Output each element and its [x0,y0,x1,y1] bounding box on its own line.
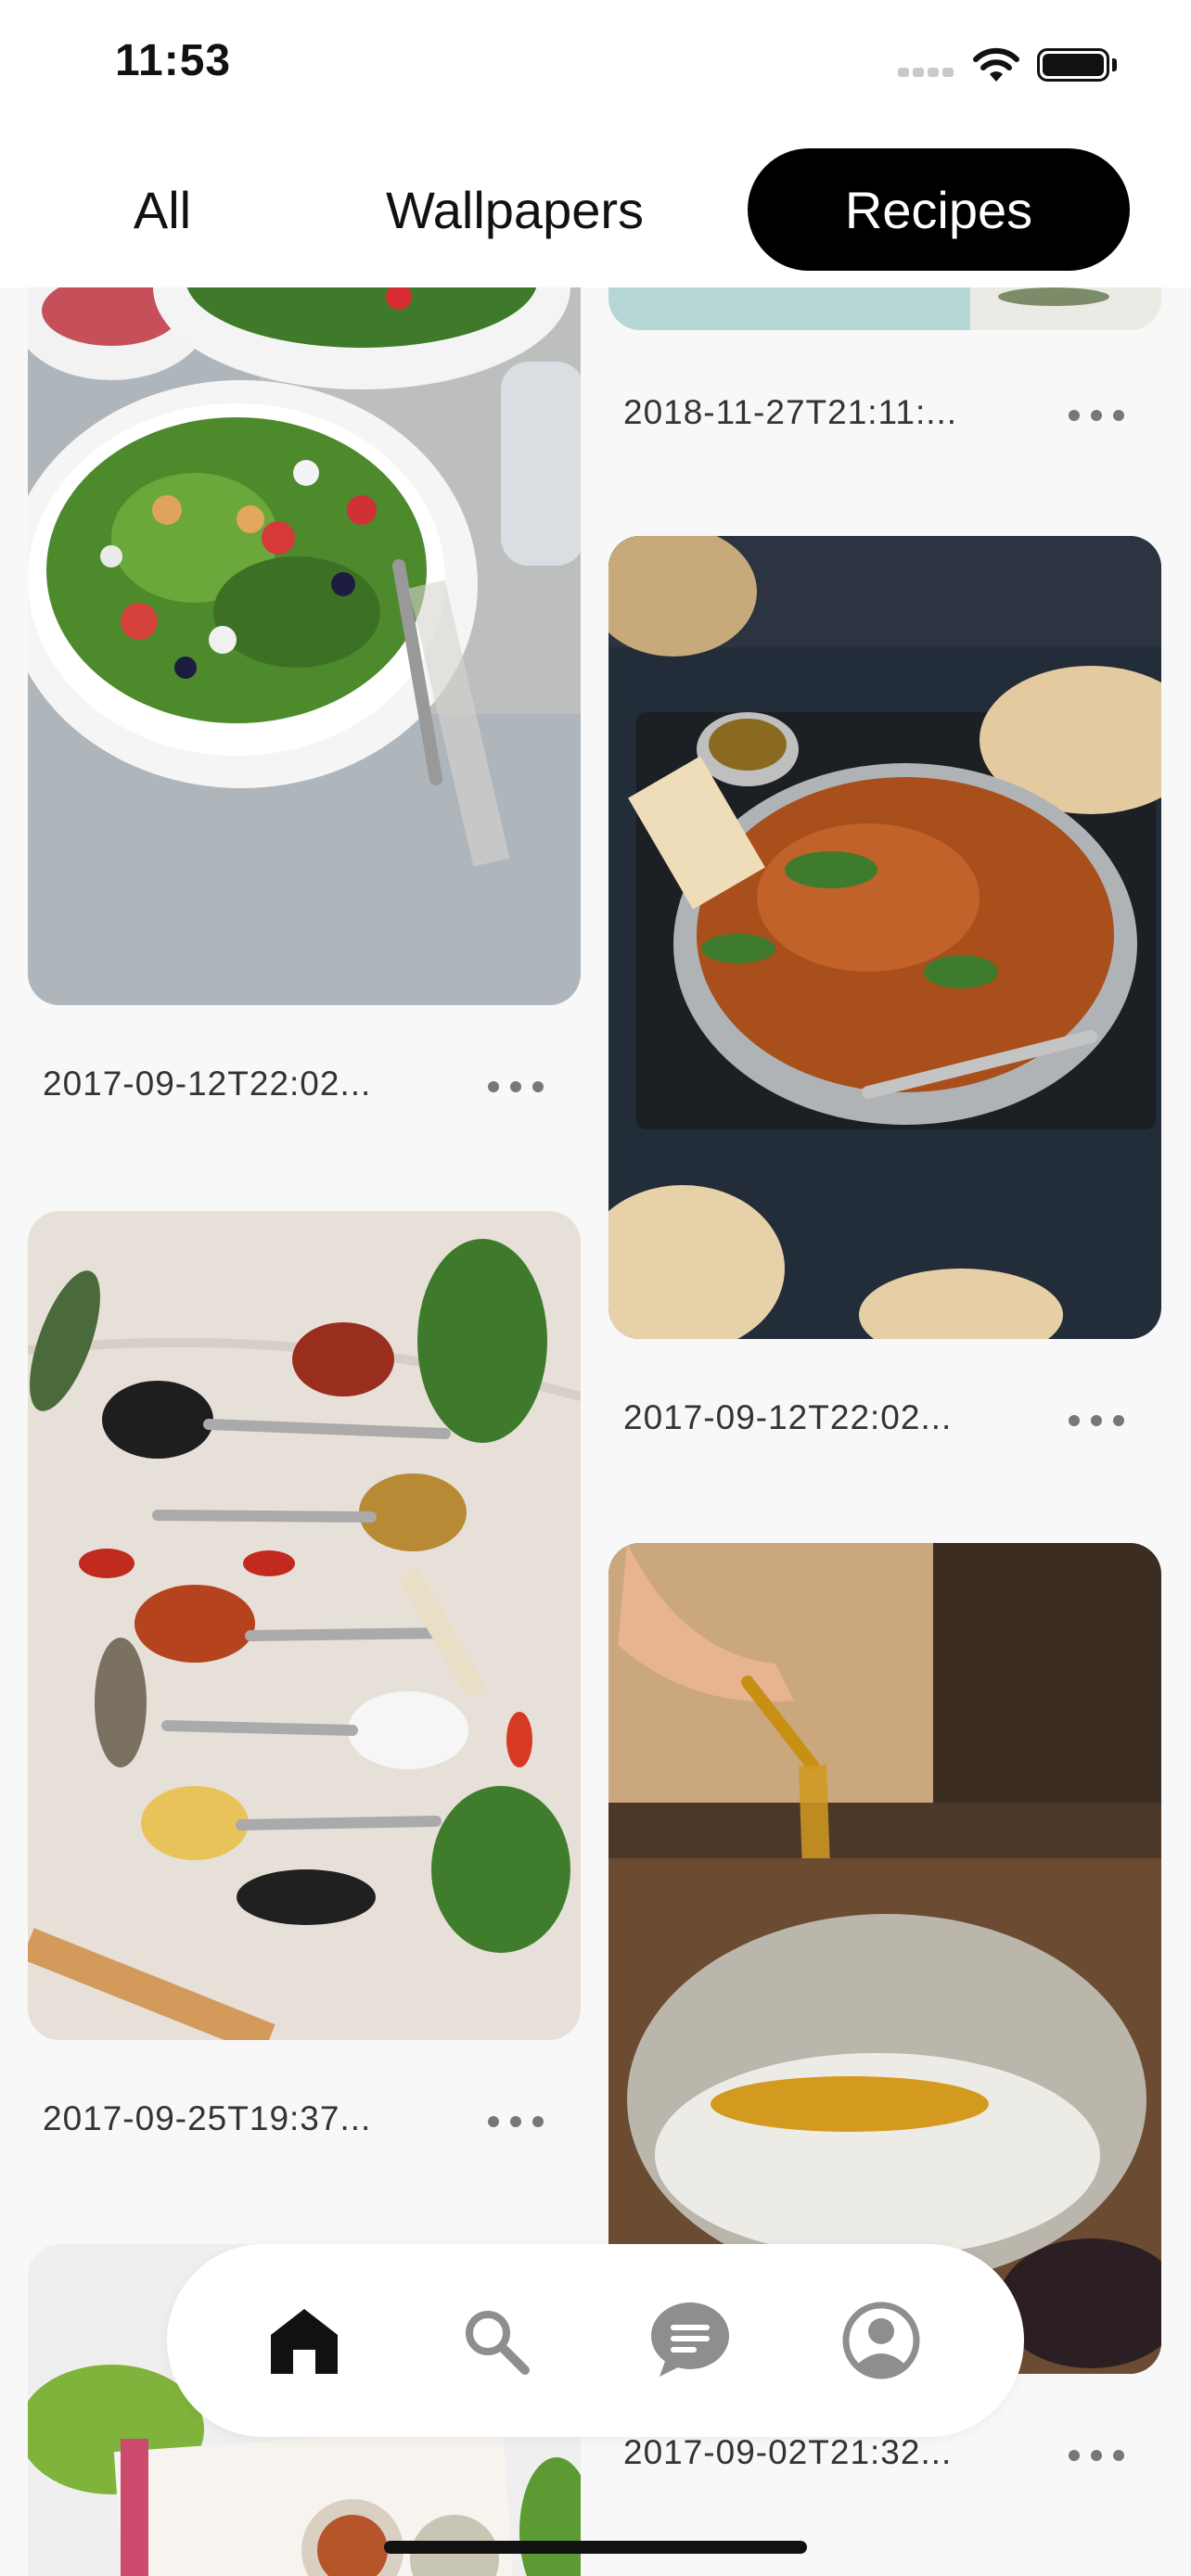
home-indicator[interactable] [384,2541,807,2554]
salad-photo [28,232,581,1005]
tab-wallpapers[interactable]: Wallpapers [343,148,686,271]
cellular-signal-icon [898,65,957,82]
photo-date: 2017-09-02T21:32... [623,2433,953,2471]
battery-icon [1037,48,1109,82]
nav-search-button[interactable] [440,2285,551,2396]
home-icon [271,2309,338,2374]
bottom-nav [167,2244,1024,2437]
spices-photo [28,1211,581,2040]
photo-date: 2017-09-12T22:02... [623,1398,953,1436]
photo-card-spices[interactable] [28,1211,581,2040]
tab-recipes[interactable]: Recipes [748,148,1130,271]
battery-tip [1112,58,1117,71]
photo-date: 2017-09-12T22:02... [43,1065,372,1103]
photo-feed[interactable]: 2017-09-12T22:02... 2017-09-25T19:37... … [0,0,1191,2576]
curry-photo [608,536,1161,1339]
photo-card-curry[interactable] [608,536,1161,1339]
nav-profile-button[interactable] [826,2285,937,2396]
wifi-icon [973,47,1019,82]
more-options-button[interactable] [488,1068,544,1105]
category-tabs: All Wallpapers Recipes [0,139,1191,287]
status-time: 11:53 [115,36,232,85]
search-icon [466,2311,530,2375]
nav-home-button[interactable] [249,2285,360,2396]
chat-icon [651,2302,729,2377]
photo-date: 2018-11-27T21:11:... [623,393,958,431]
nav-messages-button[interactable] [634,2285,746,2396]
photo-card-salad[interactable] [28,232,581,1005]
status-bar: 11:53 [0,0,1191,139]
tab-all[interactable]: All [83,148,241,271]
more-options-button[interactable] [1069,397,1124,434]
more-options-button[interactable] [488,2103,544,2140]
more-options-button[interactable] [1069,1402,1124,1439]
more-options-button[interactable] [1069,2437,1124,2474]
photo-date: 2017-09-25T19:37... [43,2099,372,2137]
profile-icon [842,2302,920,2379]
